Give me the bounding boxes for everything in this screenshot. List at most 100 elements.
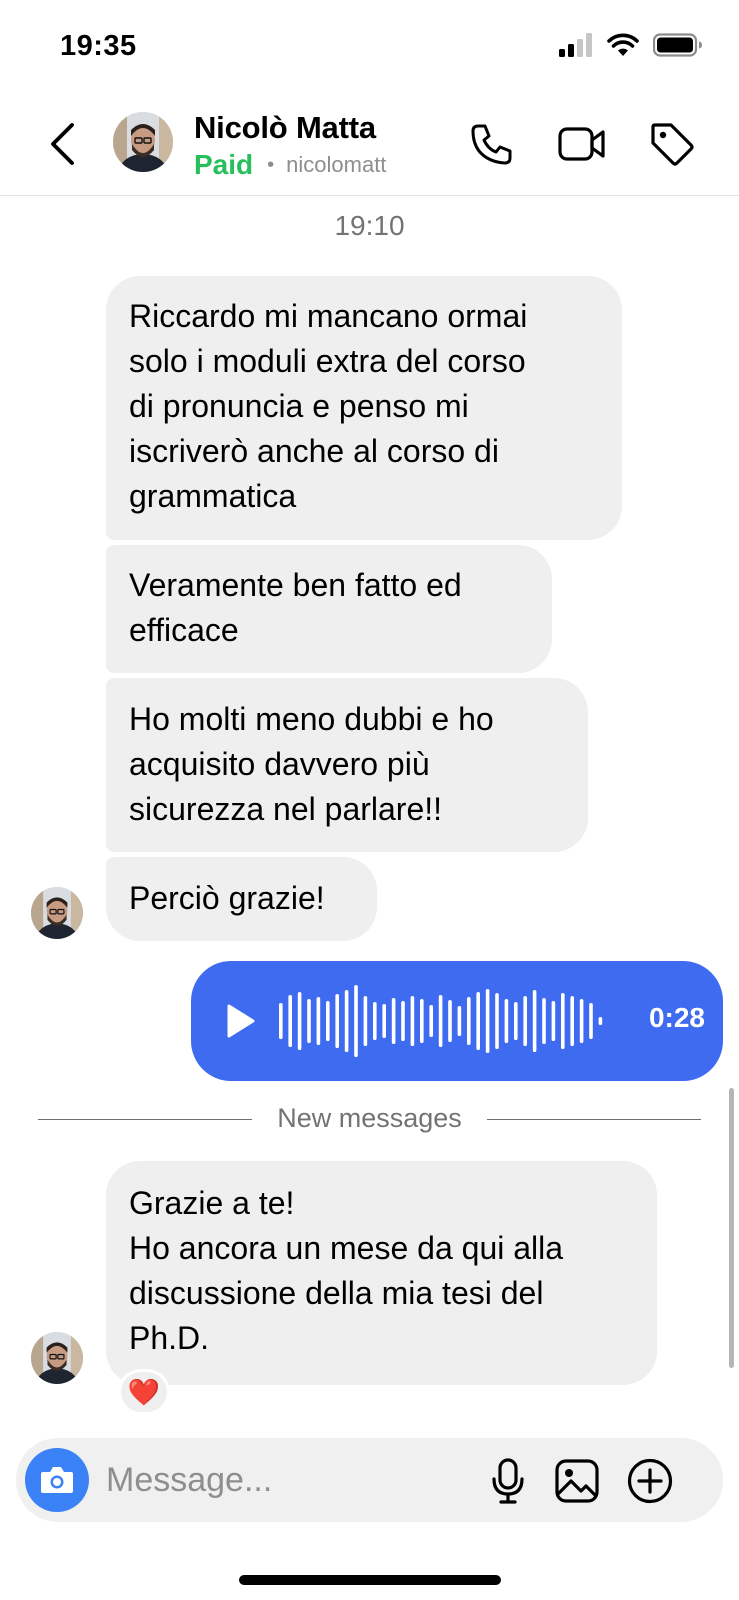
contact-avatar[interactable]	[113, 112, 173, 172]
waveform-bar	[438, 995, 443, 1047]
waveform-bar	[382, 1004, 386, 1038]
paid-badge: Paid	[194, 149, 254, 180]
avatar-photo	[113, 112, 173, 172]
waveform-bar	[363, 996, 368, 1046]
waveform-bar	[589, 1003, 593, 1039]
waveform-bar	[551, 1001, 556, 1041]
message-text: Ph.D.	[129, 1320, 210, 1356]
waveform-bar	[570, 996, 574, 1046]
message-text: acquisito davvero più	[129, 746, 430, 782]
message-text: sicurezza nel parlare!!	[129, 791, 443, 827]
waveform-bar	[326, 1001, 330, 1041]
waveform-bar	[344, 990, 349, 1052]
waveform-bar	[354, 985, 358, 1057]
waveform-bar	[307, 999, 311, 1043]
waveform-bar	[429, 1005, 433, 1037]
message-bubble[interactable]: Grazie a te! Ho ancora un mese da qui al…	[106, 1161, 657, 1385]
divider-line	[487, 1119, 701, 1120]
waveform-bar	[532, 990, 537, 1052]
back-button[interactable]	[40, 116, 84, 172]
avatar-photo	[31, 887, 83, 939]
waveform-bar	[335, 994, 339, 1048]
waveform-bar	[514, 1002, 518, 1040]
message-bubble[interactable]: Veramente ben fatto ed efficace	[106, 545, 552, 673]
waveform-bar	[579, 999, 584, 1043]
voice-duration: 0:28	[648, 1002, 705, 1033]
gallery-icon	[555, 1459, 599, 1503]
sender-avatar[interactable]	[31, 887, 83, 939]
contact-subtitle: Paid • nicolomatt	[194, 149, 386, 181]
contact-name[interactable]: Nicolò Matta	[194, 110, 376, 146]
audio-waveform	[279, 985, 603, 1057]
message-input[interactable]	[106, 1454, 466, 1506]
message-text: solo i moduli extra del corso	[129, 343, 526, 379]
gallery-button[interactable]	[552, 1456, 602, 1506]
voice-message-bubble[interactable]: 0:28	[191, 961, 723, 1081]
battery-icon	[653, 33, 702, 57]
message-text: Ho molti meno dubbi e ho	[129, 701, 494, 737]
message-text: di pronuncia e penso mi	[129, 388, 469, 424]
waveform-bar	[401, 1001, 405, 1041]
waveform-bar	[495, 993, 499, 1049]
video-camera-icon	[558, 127, 605, 161]
message-text: iscriverò anche al corso di	[129, 433, 499, 469]
add-content-button[interactable]	[625, 1456, 675, 1506]
message-text: Riccardo mi mancano ormai	[129, 298, 528, 334]
waveform-bar	[598, 1017, 603, 1025]
heart-reaction[interactable]: ❤️	[118, 1369, 170, 1415]
message-timestamp: 19:10	[334, 210, 405, 241]
cellular-signal-icon	[559, 33, 592, 57]
waveform-bar	[485, 989, 490, 1053]
waveform-bar	[391, 998, 396, 1044]
waveform-bar	[467, 997, 471, 1045]
message-text: Ho ancora un mese da qui alla	[129, 1230, 564, 1266]
waveform-bar	[448, 1000, 452, 1042]
new-messages-divider: New messages	[38, 1100, 701, 1140]
message-text: efficace	[129, 612, 239, 648]
home-indicator[interactable]	[239, 1575, 501, 1585]
tag-icon	[651, 123, 694, 166]
waveform-bar	[542, 998, 546, 1044]
message-text: grammatica	[129, 478, 297, 514]
waveform-bar	[410, 996, 415, 1046]
video-call-button[interactable]	[556, 118, 608, 170]
message-text: Grazie a te!	[129, 1185, 295, 1221]
call-button[interactable]	[466, 118, 518, 170]
phone-icon	[471, 124, 512, 165]
microphone-icon	[492, 1458, 524, 1504]
status-time: 19:35	[60, 30, 137, 62]
waveform-bar	[420, 999, 424, 1043]
sender-avatar[interactable]	[31, 1332, 83, 1384]
chat-header: Nicolò Matta Paid • nicolomatt	[0, 96, 739, 196]
play-icon	[227, 1004, 255, 1038]
avatar-photo	[31, 1332, 83, 1384]
waveform-bar	[504, 999, 509, 1043]
voice-record-button[interactable]	[483, 1456, 533, 1506]
message-text: Perciò grazie!	[129, 880, 325, 916]
message-bubble[interactable]: Riccardo mi mancano ormai solo i moduli …	[106, 276, 622, 540]
waveform-bar	[297, 992, 302, 1050]
add-circle-icon	[627, 1458, 673, 1504]
wifi-icon	[607, 33, 639, 56]
back-chevron-icon	[51, 123, 74, 165]
camera-icon	[41, 1467, 73, 1493]
scrollbar[interactable]	[729, 1088, 734, 1368]
contact-username: nicolomatt	[286, 152, 387, 177]
waveform-bar	[523, 996, 527, 1046]
message-composer	[16, 1438, 723, 1522]
label-button[interactable]	[646, 118, 698, 170]
waveform-bar	[373, 1002, 377, 1040]
waveform-bar	[316, 997, 321, 1045]
waveform-bar	[561, 993, 565, 1049]
status-icons	[559, 33, 703, 57]
status-bar: 19:35	[0, 0, 739, 96]
waveform-bar	[288, 995, 292, 1047]
message-bubble[interactable]: Perciò grazie!	[106, 857, 377, 941]
waveform-bar	[457, 1006, 462, 1036]
waveform-bar	[476, 992, 480, 1050]
waveform-bar	[279, 1003, 283, 1039]
message-bubble[interactable]: Ho molti meno dubbi e ho acquisito davve…	[106, 678, 588, 852]
camera-button[interactable]	[25, 1448, 89, 1512]
message-text: discussione della mia tesi del	[129, 1275, 544, 1311]
message-text: Veramente ben fatto ed	[129, 567, 462, 603]
